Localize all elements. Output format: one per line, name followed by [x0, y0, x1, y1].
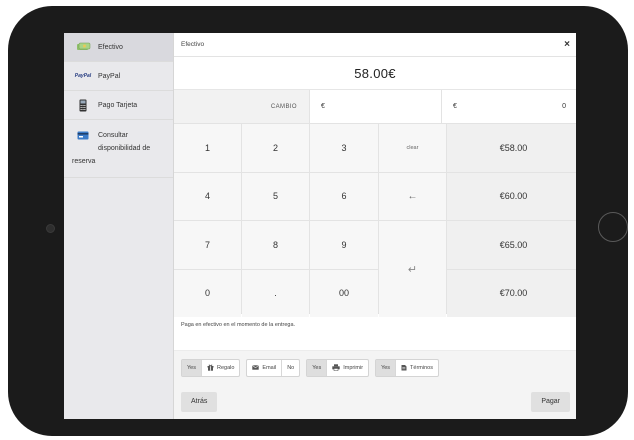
change-amount: € 0 — [442, 90, 576, 123]
terms-option[interactable]: Términos — [396, 360, 438, 376]
enter-button[interactable]: ↵ — [379, 221, 446, 317]
email-toggle[interactable]: Email No — [246, 358, 301, 377]
print-option[interactable]: Imprimir — [327, 360, 368, 376]
payment-note: Paga en efectivo en el momento de la ent… — [174, 314, 576, 351]
sidebar-item-consultar-reserva[interactable]: Consultar disponibilidad de reserva — [64, 120, 173, 178]
terms-label: Términos — [410, 364, 433, 371]
sidebar-item-label-line3: reserva — [72, 158, 96, 165]
key-decimal[interactable]: . — [242, 269, 309, 317]
print-yes[interactable]: Yes — [307, 359, 328, 376]
back-button[interactable]: Atrás — [181, 391, 218, 412]
terms-toggle[interactable]: Yes Términos — [375, 358, 439, 377]
key-1[interactable]: 1 — [174, 124, 241, 172]
home-button[interactable] — [598, 212, 628, 242]
sidebar-item-label: Efectivo — [98, 43, 123, 51]
email-no[interactable]: No — [282, 360, 299, 376]
sidebar-item-label: Pago Tarjeta — [98, 101, 138, 109]
key-0[interactable]: 0 — [174, 269, 241, 317]
key-5[interactable]: 5 — [242, 172, 309, 220]
print-label: Imprimir — [343, 364, 364, 371]
amount-button-65[interactable]: €65.00 — [447, 221, 576, 269]
key-4[interactable]: 4 — [174, 172, 241, 220]
printer-icon — [332, 364, 340, 371]
sidebar-item-label: PayPal — [98, 72, 121, 80]
panel-title: Efectivo — [181, 41, 205, 48]
envelope-icon — [252, 365, 260, 370]
sidebar-item-label-line1: Consultar — [98, 132, 128, 139]
email-option[interactable]: Email — [247, 359, 283, 376]
key-6[interactable]: 6 — [310, 172, 378, 220]
camera-icon — [46, 224, 55, 233]
close-icon[interactable]: × — [564, 39, 570, 50]
tendered-currency: € — [321, 103, 325, 110]
amount-button-70[interactable]: €70.00 — [447, 269, 576, 317]
key-8[interactable]: 8 — [242, 221, 309, 269]
gift-label: Regalo — [216, 364, 235, 371]
tendered-input[interactable]: € — [309, 90, 442, 123]
payment-panel: Efectivo × 58.00€ CAMBIO € € 0 1 2 3 cle… — [174, 33, 576, 419]
sidebar-item-efectivo[interactable]: Efectivo — [64, 33, 173, 62]
cash-icon — [72, 41, 94, 53]
sidebar-item-paypal[interactable]: PayPal PayPal — [64, 62, 173, 91]
sidebar-item-label-line2: disponibilidad de — [98, 145, 151, 152]
key-7[interactable]: 7 — [174, 221, 241, 269]
amount-button-60[interactable]: €60.00 — [447, 172, 576, 220]
clear-button[interactable]: clear — [379, 124, 446, 172]
paypal-logo: PayPal — [74, 73, 92, 79]
change-currency: € — [453, 103, 457, 110]
key-2[interactable]: 2 — [242, 124, 309, 172]
gift-icon — [207, 364, 214, 371]
email-label: Email — [262, 364, 277, 371]
document-icon — [401, 364, 407, 371]
credit-card-icon — [72, 130, 94, 142]
pay-button[interactable]: Pagar — [531, 391, 570, 412]
panel-header: Efectivo × — [174, 33, 576, 57]
change-value: 0 — [562, 103, 566, 110]
print-toggle[interactable]: Yes Imprimir — [306, 358, 370, 377]
terms-yes[interactable]: Yes — [376, 359, 397, 376]
backspace-button[interactable]: ← — [379, 172, 446, 220]
screen: Efectivo PayPal PayPal Pago Tarjeta Cons… — [64, 33, 576, 419]
numeric-keypad: 1 2 3 clear €58.00 4 5 6 ← €60.00 7 8 9 … — [174, 124, 576, 317]
options-toggles: Yes Regalo Email No Yes Imprimir Yes Tér… — [174, 351, 576, 384]
sidebar-item-pago-tarjeta[interactable]: Pago Tarjeta — [64, 91, 173, 120]
key-double-zero[interactable]: 00 — [310, 269, 378, 317]
gift-toggle[interactable]: Yes Regalo — [181, 358, 241, 377]
total-amount: 58.00€ — [174, 57, 576, 90]
panel-footer: Atrás Pagar — [174, 384, 576, 419]
key-9[interactable]: 9 — [310, 221, 378, 269]
change-label: CAMBIO — [270, 103, 297, 110]
card-terminal-icon — [72, 99, 94, 111]
key-3[interactable]: 3 — [310, 124, 378, 172]
payment-sidebar: Efectivo PayPal PayPal Pago Tarjeta Cons… — [64, 33, 174, 419]
gift-option[interactable]: Regalo — [202, 360, 239, 376]
gift-yes[interactable]: Yes — [182, 359, 202, 376]
change-row: CAMBIO € € 0 — [174, 90, 576, 124]
amount-button-58[interactable]: €58.00 — [447, 124, 576, 172]
